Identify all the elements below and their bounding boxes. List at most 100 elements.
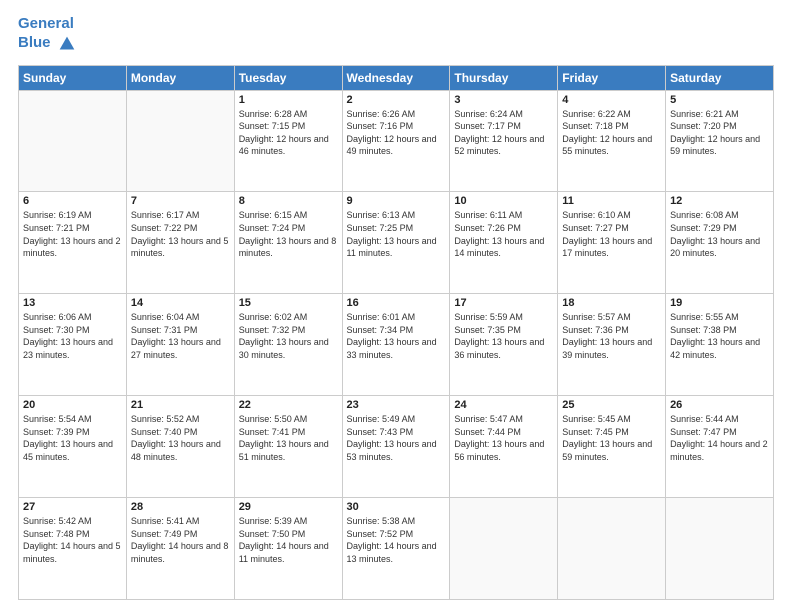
day-info: Sunrise: 5:50 AM Sunset: 7:41 PM Dayligh… [239,413,338,463]
day-number: 5 [670,94,769,106]
day-number: 3 [454,94,553,106]
day-info: Sunrise: 5:49 AM Sunset: 7:43 PM Dayligh… [347,413,446,463]
day-number: 17 [454,297,553,309]
day-number: 11 [562,195,661,207]
weekday-tuesday: Tuesday [234,65,342,90]
day-info: Sunrise: 6:13 AM Sunset: 7:25 PM Dayligh… [347,209,446,259]
day-number: 14 [131,297,230,309]
day-cell: 7Sunrise: 6:17 AM Sunset: 7:22 PM Daylig… [126,192,234,294]
day-cell: 28Sunrise: 5:41 AM Sunset: 7:49 PM Dayli… [126,498,234,600]
day-info: Sunrise: 5:59 AM Sunset: 7:35 PM Dayligh… [454,311,553,361]
day-info: Sunrise: 5:57 AM Sunset: 7:36 PM Dayligh… [562,311,661,361]
day-cell: 26 Sunrise: 5:44 AM Sunset: 7:47 PM Dayli… [666,396,774,498]
day-cell: 17 Sunrise: 5:59 AM Sunset: 7:35 PM Dayli… [450,294,558,396]
day-cell: 6 Sunrise: 6:19 AM Sunset: 7:21 PM Daylig… [19,192,127,294]
day-cell: 25 Sunrise: 5:45 AM Sunset: 7:45 PM Dayli… [558,396,666,498]
day-cell: 11 Sunrise: 6:10 AM Sunset: 7:27 PM Dayli… [558,192,666,294]
day-number: 16 [347,297,446,309]
day-cell: 14 Sunrise: 6:04 AM Sunset: 7:31 PM Dayli… [126,294,234,396]
day-info: Sunrise: 6:24 AM Sunset: 7:17 PM Dayligh… [454,108,553,158]
day-cell: 15 Sunrise: 6:02 AM Sunset: 7:32 PM Dayli… [234,294,342,396]
logo-blue: Blue [18,35,51,52]
day-info: Sunrise: 6:10 AM Sunset: 7:27 PM Dayligh… [562,209,661,259]
weekday-thursday: Thursday [450,65,558,90]
day-cell: 10Sunrise: 6:11 AM Sunset: 7:26 PM Dayli… [450,192,558,294]
day-cell: 19Sunrise: 5:55 AM Sunset: 7:38 PM Dayli… [666,294,774,396]
day-number: 12 [670,195,769,207]
day-number: 18 [562,297,661,309]
day-info: Sunrise: 6:28 AM Sunset: 7:15 PM Dayligh… [239,108,338,158]
day-number: 15 [239,297,338,309]
day-cell [19,90,127,192]
week-row-2: 6 Sunrise: 6:19 AM Sunset: 7:21 PM Daylig… [19,192,774,294]
day-info: Sunrise: 6:04 AM Sunset: 7:31 PM Dayligh… [131,311,230,361]
day-cell: 3 Sunrise: 6:24 AM Sunset: 7:17 PM Daylig… [450,90,558,192]
day-cell: 5 Sunrise: 6:21 AM Sunset: 7:20 PM Daylig… [666,90,774,192]
day-number: 20 [23,399,122,411]
day-cell: 9Sunrise: 6:13 AM Sunset: 7:25 PM Daylig… [342,192,450,294]
day-cell: 21Sunrise: 5:52 AM Sunset: 7:40 PM Dayli… [126,396,234,498]
weekday-header: SundayMondayTuesdayWednesdayThursdayFrid… [19,65,774,90]
day-cell: 16 Sunrise: 6:01 AM Sunset: 7:34 PM Dayli… [342,294,450,396]
day-cell: 27Sunrise: 5:42 AM Sunset: 7:48 PM Dayli… [19,498,127,600]
day-info: Sunrise: 6:06 AM Sunset: 7:30 PM Dayligh… [23,311,122,361]
day-info: Sunrise: 5:54 AM Sunset: 7:39 PM Dayligh… [23,413,122,463]
day-info: Sunrise: 6:15 AM Sunset: 7:24 PM Dayligh… [239,209,338,259]
page: General Blue SundayMondayTuesdayWednesda… [0,0,792,612]
day-cell: 13 Sunrise: 6:06 AM Sunset: 7:30 PM Dayli… [19,294,127,396]
day-cell: 1 Sunrise: 6:28 AM Sunset: 7:15 PM Daylig… [234,90,342,192]
day-cell: 18 Sunrise: 5:57 AM Sunset: 7:36 PM Dayli… [558,294,666,396]
day-info: Sunrise: 6:02 AM Sunset: 7:32 PM Dayligh… [239,311,338,361]
day-cell: 8 Sunrise: 6:15 AM Sunset: 7:24 PM Daylig… [234,192,342,294]
calendar-body: 1 Sunrise: 6:28 AM Sunset: 7:15 PM Daylig… [19,90,774,600]
day-cell [450,498,558,600]
day-info: Sunrise: 5:38 AM Sunset: 7:52 PM Dayligh… [347,515,446,565]
day-info: Sunrise: 6:01 AM Sunset: 7:34 PM Dayligh… [347,311,446,361]
day-info: Sunrise: 5:41 AM Sunset: 7:49 PM Dayligh… [131,515,230,565]
day-number: 21 [131,399,230,411]
day-cell [558,498,666,600]
day-number: 6 [23,195,122,207]
day-cell: 24 Sunrise: 5:47 AM Sunset: 7:44 PM Dayli… [450,396,558,498]
day-number: 24 [454,399,553,411]
day-number: 29 [239,501,338,513]
day-cell [666,498,774,600]
day-cell: 2 Sunrise: 6:26 AM Sunset: 7:16 PM Daylig… [342,90,450,192]
day-cell [126,90,234,192]
day-number: 10 [454,195,553,207]
day-info: Sunrise: 6:26 AM Sunset: 7:16 PM Dayligh… [347,108,446,158]
day-number: 26 [670,399,769,411]
day-info: Sunrise: 6:22 AM Sunset: 7:18 PM Dayligh… [562,108,661,158]
weekday-friday: Friday [558,65,666,90]
weekday-sunday: Sunday [19,65,127,90]
weekday-monday: Monday [126,65,234,90]
day-info: Sunrise: 5:47 AM Sunset: 7:44 PM Dayligh… [454,413,553,463]
day-number: 13 [23,297,122,309]
day-info: Sunrise: 6:08 AM Sunset: 7:29 PM Dayligh… [670,209,769,259]
day-cell: 20 Sunrise: 5:54 AM Sunset: 7:39 PM Dayli… [19,396,127,498]
day-number: 4 [562,94,661,106]
day-info: Sunrise: 5:44 AM Sunset: 7:47 PM Dayligh… [670,413,769,463]
weekday-wednesday: Wednesday [342,65,450,90]
day-number: 30 [347,501,446,513]
day-number: 25 [562,399,661,411]
day-cell: 29 Sunrise: 5:39 AM Sunset: 7:50 PM Dayli… [234,498,342,600]
day-info: Sunrise: 5:39 AM Sunset: 7:50 PM Dayligh… [239,515,338,565]
day-cell: 22 Sunrise: 5:50 AM Sunset: 7:41 PM Dayli… [234,396,342,498]
day-number: 8 [239,195,338,207]
day-number: 22 [239,399,338,411]
day-info: Sunrise: 6:17 AM Sunset: 7:22 PM Dayligh… [131,209,230,259]
day-cell: 30 Sunrise: 5:38 AM Sunset: 7:52 PM Dayli… [342,498,450,600]
day-info: Sunrise: 5:45 AM Sunset: 7:45 PM Dayligh… [562,413,661,463]
weekday-saturday: Saturday [666,65,774,90]
day-cell: 12 Sunrise: 6:08 AM Sunset: 7:29 PM Dayli… [666,192,774,294]
day-number: 2 [347,94,446,106]
day-info: Sunrise: 5:42 AM Sunset: 7:48 PM Dayligh… [23,515,122,565]
day-info: Sunrise: 6:19 AM Sunset: 7:21 PM Dayligh… [23,209,122,259]
day-number: 1 [239,94,338,106]
calendar: SundayMondayTuesdayWednesdayThursdayFrid… [18,65,774,601]
logo-icon [56,33,78,55]
logo-text: General [18,16,78,33]
header: General Blue [18,16,774,55]
day-info: Sunrise: 6:21 AM Sunset: 7:20 PM Dayligh… [670,108,769,158]
